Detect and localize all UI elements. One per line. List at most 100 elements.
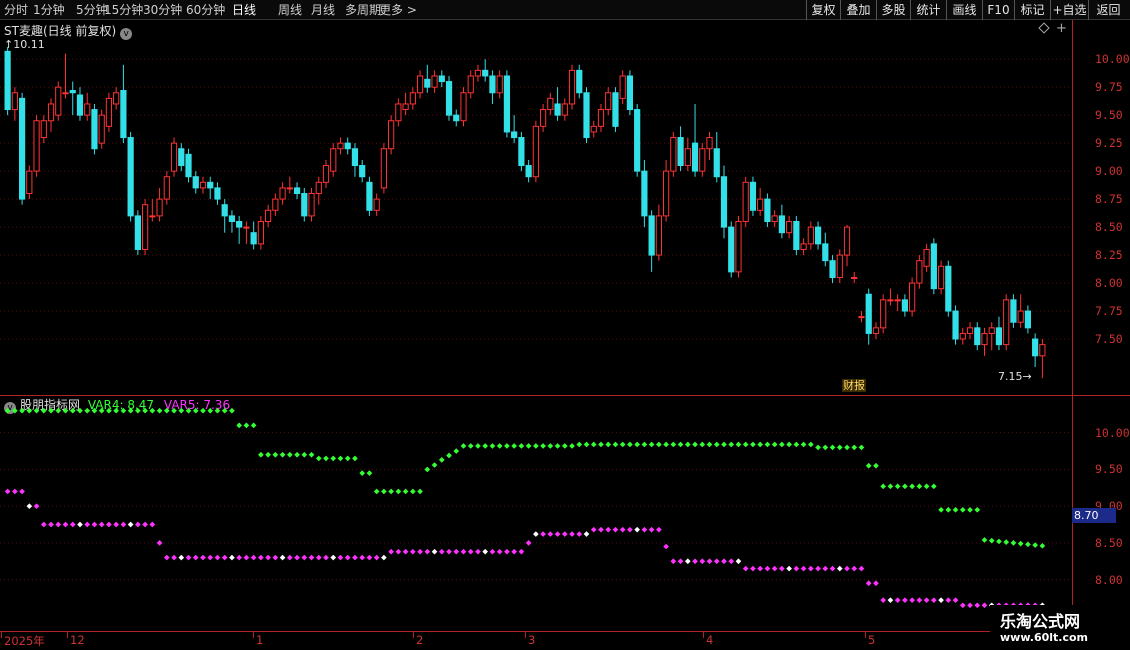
candle[interactable] xyxy=(771,210,778,228)
candle[interactable] xyxy=(937,260,945,295)
candle[interactable] xyxy=(18,92,26,205)
candle[interactable] xyxy=(69,81,76,116)
period-tab-6[interactable]: 日线 xyxy=(232,2,256,18)
candle[interactable] xyxy=(807,221,814,250)
candle[interactable] xyxy=(576,64,583,99)
candle[interactable] xyxy=(561,98,568,121)
candle[interactable] xyxy=(11,87,18,121)
candle[interactable] xyxy=(793,215,800,256)
candle[interactable] xyxy=(460,87,467,127)
candle[interactable] xyxy=(655,204,662,261)
candle[interactable] xyxy=(829,255,836,284)
candle[interactable] xyxy=(648,210,655,272)
candle[interactable] xyxy=(626,70,634,116)
candle[interactable] xyxy=(742,176,749,228)
candle[interactable] xyxy=(880,294,887,334)
candle[interactable] xyxy=(84,92,91,121)
indicator-chart[interactable] xyxy=(0,396,1072,631)
candle[interactable] xyxy=(272,193,279,216)
candle[interactable] xyxy=(930,238,937,295)
candle[interactable] xyxy=(308,187,315,222)
candle[interactable] xyxy=(684,137,691,172)
candle[interactable] xyxy=(677,126,684,172)
candle[interactable] xyxy=(959,327,966,345)
candle[interactable] xyxy=(945,260,952,317)
candle[interactable] xyxy=(105,92,113,132)
candle[interactable] xyxy=(843,224,851,267)
candle[interactable] xyxy=(315,176,322,205)
candle[interactable] xyxy=(91,103,98,155)
candle[interactable] xyxy=(1024,305,1032,334)
candle[interactable] xyxy=(814,221,822,250)
candle[interactable] xyxy=(1039,339,1046,379)
candle[interactable] xyxy=(33,115,40,177)
period-tab-4[interactable]: 30分钟 xyxy=(143,2,182,18)
candle[interactable] xyxy=(113,87,120,110)
candle[interactable] xyxy=(482,59,489,82)
candle[interactable] xyxy=(380,143,388,194)
toolbar-action-4[interactable]: 画线 xyxy=(946,0,982,20)
period-tab-5[interactable]: 60分钟 xyxy=(186,2,225,18)
candle[interactable] xyxy=(887,288,894,306)
candle[interactable] xyxy=(757,187,764,216)
candle[interactable] xyxy=(728,221,735,278)
candle[interactable] xyxy=(134,210,141,256)
candle[interactable] xyxy=(402,92,409,116)
candle[interactable] xyxy=(409,87,416,110)
candle[interactable] xyxy=(185,148,192,183)
candle[interactable] xyxy=(699,143,706,177)
candle[interactable] xyxy=(496,70,503,99)
candle[interactable] xyxy=(337,137,344,155)
candle[interactable] xyxy=(163,171,170,205)
candle[interactable] xyxy=(149,199,156,222)
candle[interactable] xyxy=(286,176,293,194)
candle[interactable] xyxy=(532,120,539,183)
candle[interactable] xyxy=(453,109,460,127)
candle[interactable] xyxy=(952,305,959,345)
candle[interactable] xyxy=(156,187,163,222)
candle[interactable] xyxy=(525,159,532,183)
candle[interactable] xyxy=(279,182,286,205)
toolbar-action-8[interactable]: 返回 xyxy=(1088,0,1128,20)
candle[interactable] xyxy=(518,131,525,172)
candle[interactable] xyxy=(199,176,207,194)
toolbar-action-2[interactable]: 多股 xyxy=(876,0,910,20)
candle[interactable] xyxy=(250,221,257,250)
candle[interactable] xyxy=(141,199,149,256)
candle[interactable] xyxy=(47,98,55,132)
candle[interactable] xyxy=(330,143,337,177)
candle[interactable] xyxy=(98,109,105,149)
toolbar-action-6[interactable]: 标记 xyxy=(1014,0,1050,20)
candle[interactable] xyxy=(981,327,988,356)
candle[interactable] xyxy=(662,159,670,222)
candle[interactable] xyxy=(836,249,843,284)
candle[interactable] xyxy=(366,176,373,216)
candle[interactable] xyxy=(55,81,62,121)
candle[interactable] xyxy=(322,159,330,188)
candle[interactable] xyxy=(293,182,301,200)
candle[interactable] xyxy=(966,322,974,340)
candle[interactable] xyxy=(612,87,619,132)
candle[interactable] xyxy=(467,70,474,99)
candle[interactable] xyxy=(4,46,11,116)
candle[interactable] xyxy=(706,131,713,160)
candle[interactable] xyxy=(503,70,511,138)
period-tab-9[interactable]: 多周期 xyxy=(345,2,381,18)
candle[interactable] xyxy=(995,316,1003,351)
candle[interactable] xyxy=(764,193,771,228)
candle[interactable] xyxy=(605,87,612,116)
candle[interactable] xyxy=(170,137,178,177)
period-tab-10[interactable]: 更多 > xyxy=(379,2,417,18)
candle[interactable] xyxy=(1017,294,1024,328)
candle[interactable] xyxy=(431,70,438,93)
candle[interactable] xyxy=(243,221,250,244)
candle[interactable] xyxy=(344,137,351,155)
candle[interactable] xyxy=(424,64,431,93)
candle[interactable] xyxy=(749,176,757,216)
candle[interactable] xyxy=(872,322,880,340)
candle[interactable] xyxy=(865,288,872,345)
candle[interactable] xyxy=(178,143,185,172)
candle[interactable] xyxy=(438,70,445,88)
candle[interactable] xyxy=(301,187,308,222)
candle[interactable] xyxy=(221,199,228,233)
